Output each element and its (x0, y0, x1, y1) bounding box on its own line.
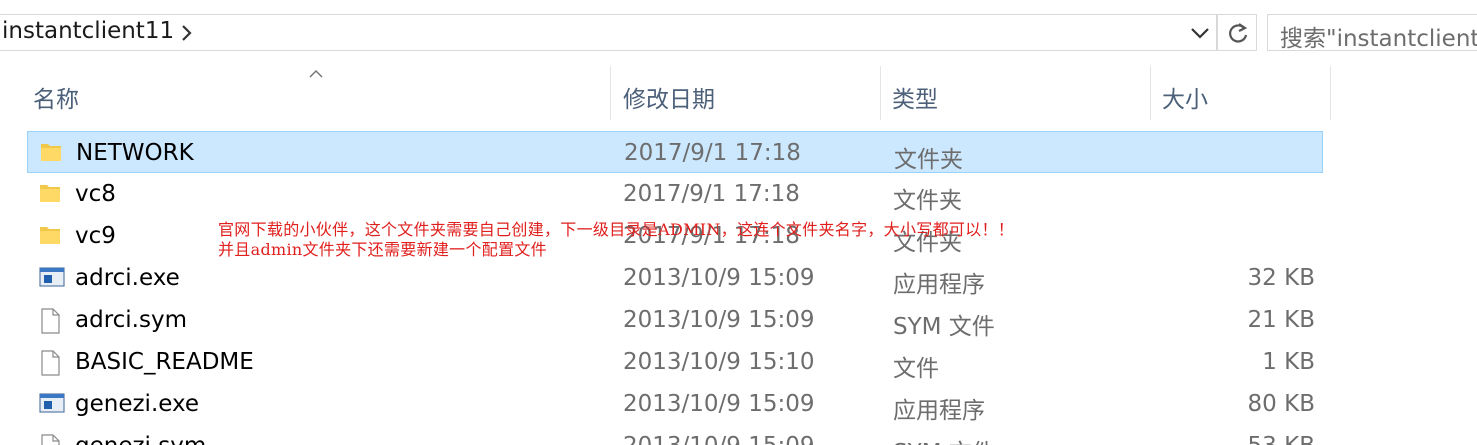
column-header-size-label: 大小 (1162, 87, 1208, 113)
file-type: SYM 文件 (893, 314, 995, 340)
exe-icon (39, 392, 65, 418)
column-header-type[interactable]: 类型 (886, 66, 1150, 120)
file-type: 应用程序 (893, 272, 985, 298)
file-icon (39, 308, 61, 338)
file-row[interactable]: genezi.exe 2013/10/9 15:09 应用程序 80 KB (27, 383, 1323, 425)
column-header-date-label: 修改日期 (623, 87, 715, 113)
chevron-down-icon[interactable] (1189, 25, 1211, 45)
file-date: 2017/9/1 17:18 (623, 181, 800, 207)
column-divider[interactable] (610, 66, 611, 120)
file-row[interactable]: NETWORK 2017/9/1 17:18 文件夹 (27, 131, 1323, 173)
file-type: SYM 文件 (893, 433, 995, 445)
file-name: adrci.sym (75, 307, 187, 333)
refresh-icon (1227, 21, 1249, 49)
file-date: 2013/10/9 15:09 (623, 391, 815, 417)
column-header-name[interactable]: 名称 (27, 66, 611, 120)
file-name: genezi.sym (75, 433, 206, 445)
file-row[interactable]: genezi.sym 2013/10/9 15:09 SYM 文件 53 KB (27, 425, 1323, 445)
file-row[interactable]: adrci.exe 2013/10/9 15:09 应用程序 32 KB (27, 257, 1323, 299)
column-header-size[interactable]: 大小 (1156, 66, 1330, 120)
file-row[interactable]: vc8 2017/9/1 17:18 文件夹 (27, 173, 1323, 215)
file-name: vc8 (75, 181, 116, 207)
column-divider[interactable] (1150, 66, 1151, 120)
column-header-name-label: 名称 (33, 87, 79, 113)
breadcrumb[interactable]: instantclient11 (2, 18, 174, 44)
file-size: 53 KB (1248, 433, 1315, 445)
file-date: 2013/10/9 15:09 (623, 433, 815, 445)
file-icon (39, 434, 61, 445)
column-header-type-label: 类型 (892, 87, 938, 113)
exe-icon (39, 266, 65, 292)
file-size: 1 KB (1262, 349, 1315, 375)
file-type: 文件夹 (894, 147, 963, 173)
file-date: 2017/9/1 17:18 (624, 140, 801, 166)
file-type: 应用程序 (893, 398, 985, 424)
file-size: 80 KB (1247, 391, 1315, 417)
file-date: 2013/10/9 15:09 (623, 307, 815, 333)
refresh-button[interactable] (1217, 14, 1257, 51)
file-explorer-window: instantclient11 搜索"instantclient 名称 修改日期… (0, 0, 1477, 445)
file-name: vc9 (75, 223, 116, 249)
chevron-right-icon[interactable] (180, 22, 194, 48)
file-date: 2013/10/9 15:10 (623, 349, 815, 375)
file-name: adrci.exe (75, 265, 180, 291)
file-size: 21 KB (1247, 307, 1315, 333)
folder-icon (39, 182, 61, 208)
folder-icon (40, 141, 62, 167)
column-header-date[interactable]: 修改日期 (617, 66, 880, 120)
file-name: genezi.exe (75, 391, 200, 417)
search-field[interactable]: 搜索"instantclient (1267, 14, 1477, 51)
file-type: 文件夹 (893, 188, 962, 214)
search-placeholder[interactable]: 搜索"instantclient (1280, 19, 1477, 50)
file-icon (39, 350, 61, 380)
file-name: BASIC_README (75, 349, 254, 375)
folder-icon (39, 224, 61, 250)
annotation-line-2: 并且admin文件夹下还需要新建一个配置文件 (218, 240, 547, 259)
file-type: 文件 (893, 356, 939, 382)
breadcrumb-current-folder[interactable]: instantclient11 (2, 18, 174, 44)
column-divider[interactable] (1330, 66, 1331, 120)
file-name: NETWORK (76, 140, 194, 166)
file-size: 32 KB (1247, 265, 1315, 291)
file-row[interactable]: adrci.sym 2013/10/9 15:09 SYM 文件 21 KB (27, 299, 1323, 341)
column-divider[interactable] (880, 66, 881, 120)
file-row[interactable]: BASIC_README 2013/10/9 15:10 文件 1 KB (27, 341, 1323, 383)
file-date: 2013/10/9 15:09 (623, 265, 815, 291)
